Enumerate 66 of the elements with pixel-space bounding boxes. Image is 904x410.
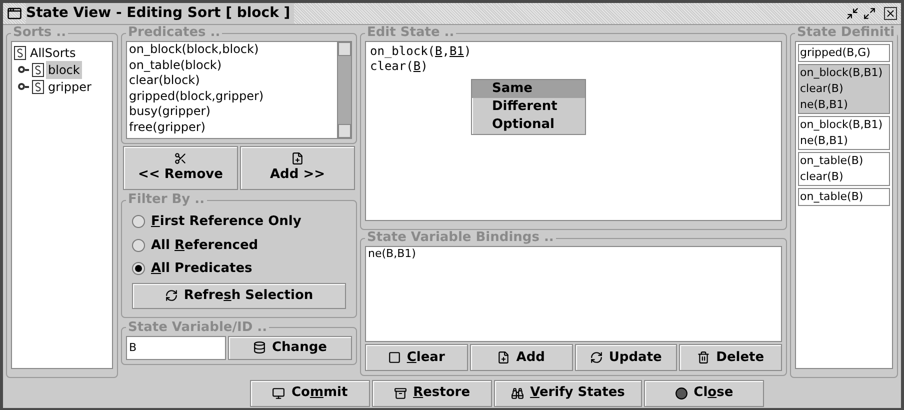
state-line: clear(B) — [370, 59, 429, 74]
tree-item[interactable]: gripper — [46, 78, 94, 96]
state-definition-item[interactable]: gripped(B,G) — [798, 44, 890, 62]
maximize-icon[interactable] — [863, 7, 876, 20]
commit-button[interactable]: Commit — [250, 380, 370, 406]
menu-item[interactable]: Optional — [472, 116, 585, 134]
state-definition-item[interactable]: on_block(B,B1) ne(B,B1) — [798, 116, 890, 150]
refresh-selection-button[interactable]: Refresh Selection — [132, 282, 346, 308]
archive-icon — [394, 386, 408, 400]
tree-item[interactable]: AllSorts — [28, 44, 78, 62]
refresh-icon — [590, 351, 603, 364]
circle-icon — [674, 386, 688, 400]
bindings-area[interactable]: ne(B,B1) — [365, 246, 782, 342]
predicate-item[interactable]: on_block(block,block) — [129, 42, 335, 58]
predicate-item[interactable]: free(gripper) — [129, 120, 335, 135]
update-button[interactable]: Update — [574, 344, 678, 371]
state-definition-item[interactable]: on_table(B) clear(B) — [798, 152, 890, 186]
menu-item[interactable]: Different — [472, 98, 585, 116]
minimize-icon[interactable] — [846, 7, 859, 20]
group-title: Predicates .. — [127, 25, 222, 41]
restore-button[interactable]: Restore — [372, 380, 492, 406]
predicate-item[interactable]: clear(block) — [129, 73, 335, 88]
binoculars-icon — [511, 386, 524, 400]
menu-item[interactable]: Same — [472, 80, 585, 98]
tree-handle-icon[interactable] — [18, 82, 30, 90]
verify-button[interactable]: Verify States — [494, 380, 642, 406]
scrollbar[interactable] — [337, 42, 351, 138]
tree-handle-icon[interactable] — [18, 66, 30, 74]
add-button[interactable]: Add >> — [240, 146, 355, 190]
trash-icon — [697, 351, 710, 364]
add-button[interactable]: Add — [470, 344, 572, 371]
close-icon[interactable] — [884, 7, 897, 20]
filter-radio[interactable]: First Reference Only — [132, 212, 346, 232]
predicate-item[interactable]: on_table(block) — [129, 58, 335, 73]
state-definition-item[interactable]: on_block(B,B1) clear(B) ne(B,B1) — [798, 64, 890, 114]
group-title: State Variable Bindings .. — [366, 230, 555, 246]
window-title: State View - Editing Sort [ block ] — [26, 3, 294, 24]
file-plus-icon — [497, 351, 510, 364]
tree-item[interactable]: block — [46, 60, 82, 78]
state-definition-item[interactable]: on_table(B) — [798, 188, 890, 206]
square-icon — [388, 351, 401, 364]
close-button[interactable]: Close — [644, 380, 764, 406]
clear-button[interactable]: Clear — [365, 344, 468, 371]
sort-icon — [32, 80, 44, 94]
state-line: on_block(B,B1) — [370, 44, 472, 59]
group-title: Filter By .. — [127, 192, 206, 208]
predicate-item[interactable]: busy(gripper) — [129, 104, 335, 120]
change-button[interactable]: Change — [228, 336, 352, 360]
sort-icon — [14, 46, 26, 60]
sort-icon — [32, 62, 44, 76]
filter-radio[interactable]: All Predicates — [132, 259, 346, 278]
delete-button[interactable]: Delete — [679, 344, 782, 371]
database-icon — [253, 341, 266, 354]
group-title: Sorts .. — [12, 25, 68, 41]
group-title: Edit State .. — [366, 25, 456, 41]
filter-radio[interactable]: All Referenced — [132, 236, 346, 255]
group-title: State Definiti — [796, 26, 896, 41]
binding-line: ne(B,B1) — [368, 247, 417, 261]
refresh-icon — [164, 289, 178, 302]
file-plus-icon — [291, 152, 304, 165]
predicate-item[interactable]: gripped(block,gripper) — [129, 88, 335, 104]
scissors-icon — [174, 152, 187, 165]
remove-button[interactable]: << Remove — [123, 146, 238, 190]
monitor-icon — [272, 386, 286, 400]
group-title: State Variable/ID .. — [127, 320, 268, 336]
state-variable-field[interactable]: B — [126, 336, 226, 360]
